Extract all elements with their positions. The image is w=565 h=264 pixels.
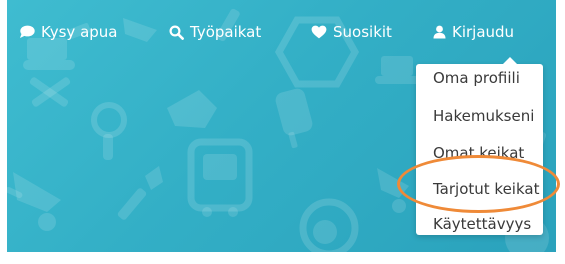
login-label: Kirjaudu bbox=[452, 23, 515, 41]
login-link[interactable]: Kirjaudu bbox=[433, 20, 514, 44]
magnifier-shape-icon bbox=[91, 102, 127, 160]
bus-icon bbox=[187, 138, 253, 217]
favorites-label: Suosikit bbox=[333, 23, 392, 41]
dropdown-caret bbox=[503, 57, 517, 64]
menu-item-own-gigs[interactable]: Omat keikat bbox=[433, 141, 524, 165]
favorites-link[interactable]: Suosikit bbox=[311, 20, 392, 44]
iv-bag-icon bbox=[275, 88, 313, 149]
wheelbarrow-right-icon bbox=[377, 168, 409, 213]
search-icon bbox=[169, 24, 184, 40]
globe-icon bbox=[299, 198, 359, 252]
user-dropdown-menu: Oma profiili Hakemukseni Omat keikat Tar… bbox=[416, 57, 543, 236]
menu-item-applications[interactable]: Hakemukseni bbox=[433, 104, 534, 128]
roof-icon bbox=[167, 90, 217, 128]
menu-item-offered-gigs[interactable]: Tarjotut keikat bbox=[433, 177, 539, 201]
jobs-link[interactable]: Työpaikat bbox=[169, 20, 261, 44]
menu-item-usability[interactable]: Käytettävyys bbox=[433, 212, 531, 236]
trowel-icon bbox=[117, 166, 163, 220]
ask-help-label: Kysy apua bbox=[41, 23, 118, 41]
menu-item-own-profile[interactable]: Oma profiili bbox=[433, 66, 520, 90]
screenshot-stage: Kysy apua Työpaikat Suosikit Kirjaudu Om… bbox=[0, 0, 565, 264]
user-icon bbox=[433, 25, 446, 39]
hero-banner: Kysy apua Työpaikat Suosikit Kirjaudu Om… bbox=[7, 0, 556, 252]
ask-help-link[interactable]: Kysy apua bbox=[19, 20, 118, 44]
speech-bubble-icon bbox=[19, 25, 35, 39]
jobs-label: Työpaikat bbox=[190, 23, 262, 41]
wheelbarrow-icon bbox=[7, 172, 61, 231]
crossed-tools-icon bbox=[29, 77, 71, 107]
top-navigation: Kysy apua Työpaikat Suosikit Kirjaudu bbox=[7, 0, 556, 62]
heart-icon bbox=[311, 25, 327, 39]
